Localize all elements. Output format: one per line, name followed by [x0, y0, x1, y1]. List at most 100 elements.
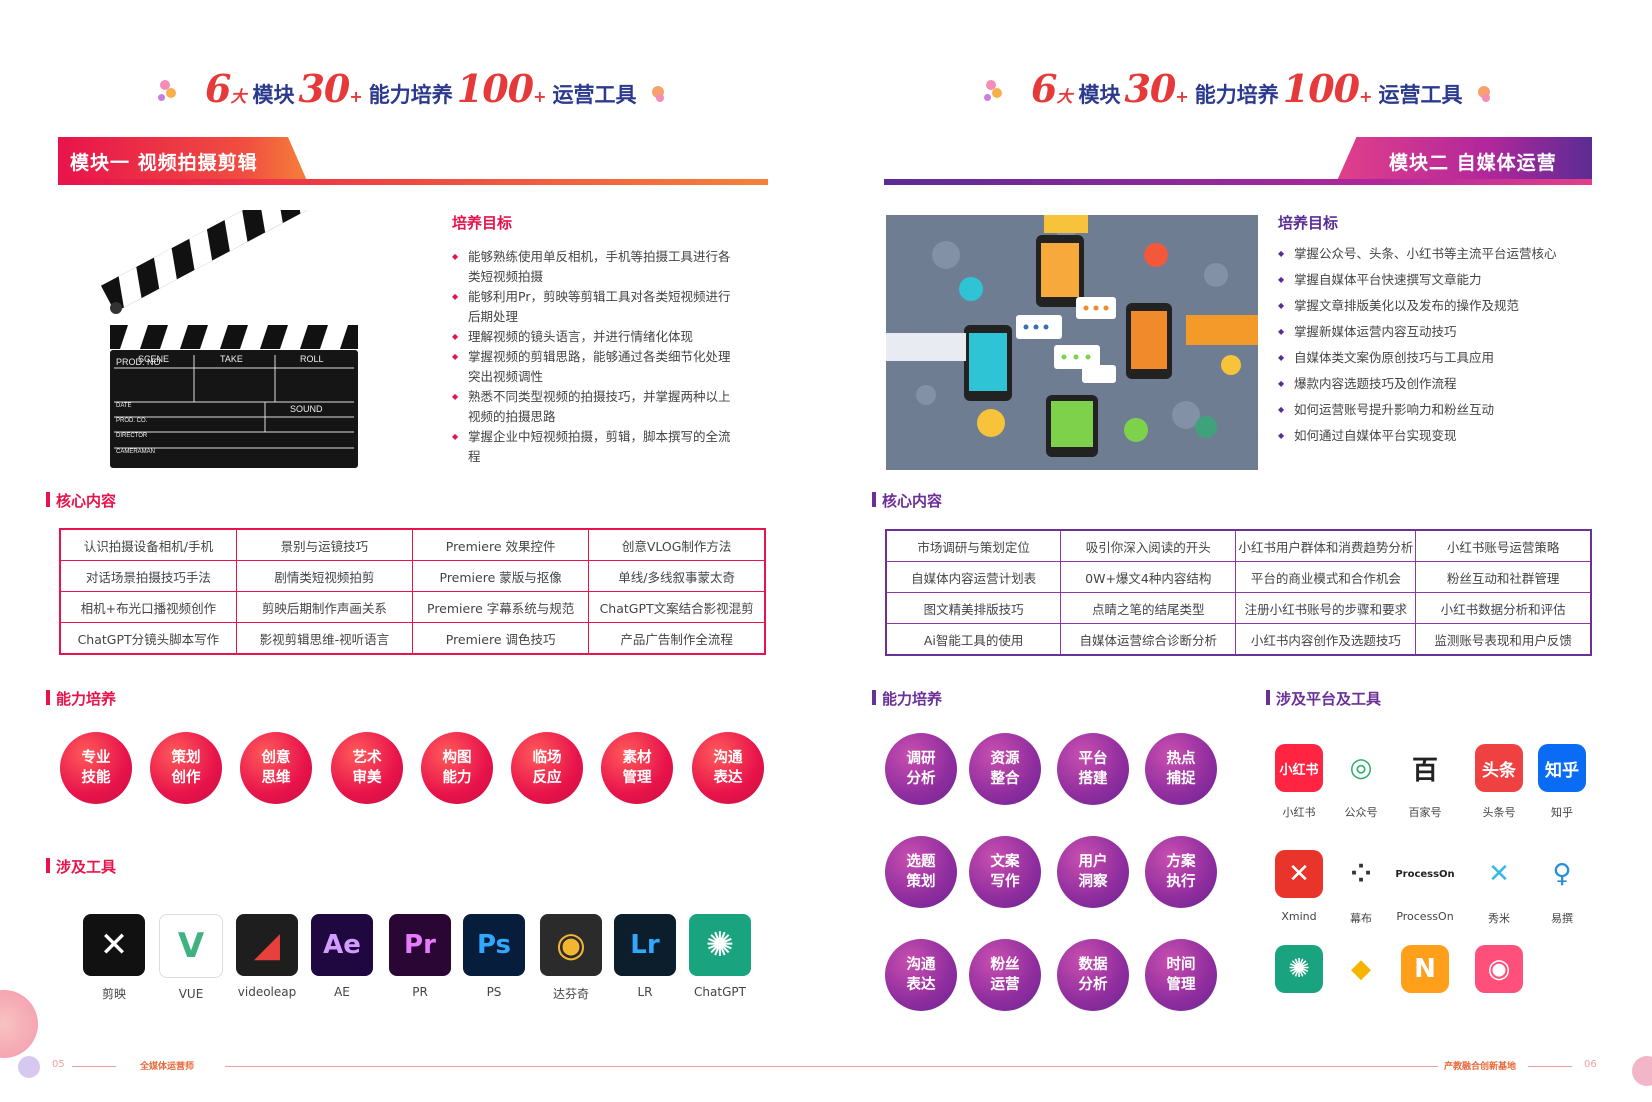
tool-icon: Lr — [614, 914, 676, 976]
decor-dot — [992, 88, 1002, 98]
tool-icon: ✕ — [83, 914, 145, 976]
table-row: 对话场景拍摄技巧手法 剧情类短视频拍剪 Premiere 蒙版与抠像 单线/多线… — [59, 560, 766, 592]
table-cell: Premiere 效果控件 — [411, 528, 590, 561]
goal-item: 掌握新媒体运营内容互动技巧 — [1278, 319, 1578, 345]
table-cell: 对话场景拍摄技巧手法 — [59, 560, 237, 592]
table-cell: 小红书内容创作及选题技巧 — [1235, 623, 1417, 656]
ability-circle: 平台 搭建 — [1057, 733, 1129, 805]
goal-list: 能够熟练使用单反相机，手机等拍摄工具进行各类短视频拍摄 能够利用Pr，剪映等剪辑… — [452, 247, 742, 467]
ability-circle: 构图 能力 — [421, 732, 493, 804]
banner-suffix-3: + — [533, 87, 547, 106]
right-page: 6 大 模块 30 + 能力培养 100 + 运营工具 模块二 自媒体运营 培养… — [826, 0, 1652, 1102]
ability-circle: 粉丝 运营 — [969, 939, 1041, 1011]
banner-suffix-3: + — [1359, 87, 1373, 106]
tool-label: videoleap — [237, 985, 297, 999]
platform-item: ✕ 秀米 — [1464, 850, 1534, 926]
platform-item: ✕ Xmind — [1264, 850, 1334, 923]
tool-label: ChatGPT — [694, 985, 746, 999]
platform-item: ◎ 公众号 — [1326, 744, 1396, 820]
page-number: 05 — [52, 1059, 65, 1070]
goal-item: 理解视频的镜头语言，并进行情绪化体现 — [452, 327, 742, 347]
tool-icon: V — [159, 914, 223, 978]
banner-number-2: 30 — [298, 66, 350, 111]
table-cell: 相机+布光口播视频创作 — [59, 591, 237, 623]
goal-heading: 培养目标 — [452, 214, 513, 232]
banner-text-2: 能力培养 — [368, 83, 453, 107]
platform-item: 小红书 小红书 — [1264, 744, 1334, 820]
tool-label: VUE — [178, 987, 204, 1001]
clapper-cameraman: CAMERAMAN — [116, 449, 155, 455]
platform-icon: ProcessOn — [1387, 850, 1463, 898]
table-cell: Ai智能工具的使用 — [885, 623, 1062, 656]
ability-heading: 能力培养 — [872, 688, 942, 709]
ability-circle: 数据 分析 — [1057, 939, 1129, 1011]
footer-text: 产教融合创新基地 — [1444, 1062, 1517, 1072]
table-row: 相机+布光口播视频创作 剪映后期制作声画关系 Premiere 字幕系统与规范 … — [59, 591, 766, 623]
ability-circle: 文案 写作 — [969, 836, 1041, 908]
platform-item: ✺ — [1264, 945, 1334, 993]
platform-item: ♀ 易撰 — [1527, 850, 1597, 926]
banner-text-1: 模块 — [1078, 83, 1121, 107]
clapper-sound: SOUND — [290, 404, 323, 414]
banner-suffix-2: + — [349, 87, 363, 106]
tools-heading: 涉及工具 — [46, 856, 116, 877]
core-heading: 核心内容 — [872, 490, 942, 511]
tool-icon: ◉ — [540, 914, 602, 976]
platform-item: ProcessOn ProcessOn — [1387, 850, 1463, 923]
footer-text: 全媒体运营师 — [140, 1062, 195, 1072]
table-row: 市场调研与策划定位 吸引你深入阅读的开头 小红书用户群体和消费趋势分析 小红书账… — [885, 529, 1592, 562]
decor-dot — [656, 94, 664, 102]
goal-item: 掌握公众号、头条、小红书等主流平台运营核心 — [1278, 241, 1578, 267]
tool-label: AE — [334, 985, 350, 999]
tool-item: ◢ videoleap — [229, 914, 305, 999]
table-cell: 自媒体运营综合诊断分析 — [1060, 623, 1237, 656]
table-row: ChatGPT分镜头脚本写作 影视剪辑思维-视听语言 Premiere 调色技巧… — [59, 622, 766, 655]
platform-label: 小红书 — [1282, 806, 1316, 819]
table-cell: 市场调研与策划定位 — [885, 529, 1062, 562]
platform-icon: 小红书 — [1275, 744, 1323, 792]
goal-item: 能够利用Pr，剪映等剪辑工具对各类短视频进行后期处理 — [452, 287, 742, 327]
tool-item: Pr PR — [382, 914, 458, 999]
footer-line — [225, 1066, 826, 1067]
tool-icon: Ps — [463, 914, 525, 976]
platform-icon: ⁘ — [1337, 850, 1385, 898]
banner-text-3: 运营工具 — [552, 83, 637, 107]
platforms-heading: 涉及平台及工具 — [1266, 688, 1381, 709]
banner-title: 6 大 模块 30 + 能力培养 100 + 运营工具 — [1031, 66, 1467, 126]
ability-circle: 调研 分析 — [885, 733, 957, 805]
table-cell: 小红书用户群体和消费趋势分析 — [1235, 529, 1417, 562]
table-cell: 小红书数据分析和评估 — [1415, 592, 1592, 624]
module-header-line — [58, 179, 768, 185]
goal-heading: 培养目标 — [1278, 214, 1339, 232]
table-cell: ChatGPT分镜头脚本写作 — [59, 622, 237, 655]
platform-label: 知乎 — [1551, 806, 1573, 819]
table-cell: Premiere 蒙版与抠像 — [411, 560, 590, 592]
platform-icon: 头条 — [1475, 744, 1523, 792]
platform-icon: ◆ — [1337, 945, 1385, 993]
clapper-take: TAKE — [220, 354, 243, 364]
goal-item: 能够熟练使用单反相机，手机等拍摄工具进行各类短视频拍摄 — [452, 247, 742, 287]
platform-item: 百百家号 — [1390, 744, 1460, 820]
table-cell: 吸引你深入阅读的开头 — [1060, 529, 1237, 562]
platform-item: ◆ — [1326, 945, 1396, 993]
platform-icon: 百 — [1401, 744, 1449, 792]
goal-item: 如何通过自媒体平台实现变现 — [1278, 423, 1578, 449]
decor-dot — [158, 94, 165, 101]
ability-circle: 选题 策划 — [885, 836, 957, 908]
goal-item: 熟悉不同类型视频的拍摄技巧，并掌握两种以上视频的拍摄思路 — [452, 387, 742, 427]
tool-item: Ae AE — [304, 914, 380, 999]
ability-heading: 能力培养 — [46, 688, 116, 709]
ability-circle: 热点 捕捉 — [1145, 733, 1217, 805]
goal-item: 掌握视频的剪辑思路，能够通过各类细节化处理突出视频调性 — [452, 347, 742, 387]
platform-label: 易撰 — [1551, 912, 1573, 925]
platform-icon: 知乎 — [1538, 744, 1586, 792]
decor-circle — [18, 1056, 40, 1078]
tool-item: Lr LR — [607, 914, 683, 999]
goal-item: 爆款内容选题技巧及创作流程 — [1278, 371, 1578, 397]
tool-label: 剪映 — [101, 987, 126, 1001]
clapperboard-image: PROD. NO SCENE TAKE ROLL DATE SOUND PROD… — [100, 210, 358, 468]
table-cell: 0W+爆文4种内容结构 — [1060, 561, 1237, 593]
table-cell: 图文精美排版技巧 — [885, 592, 1062, 624]
goal-item: 掌握企业中短视频拍摄，剪辑，脚本撰写的全流程 — [452, 427, 742, 467]
footer-line — [1528, 1066, 1572, 1067]
